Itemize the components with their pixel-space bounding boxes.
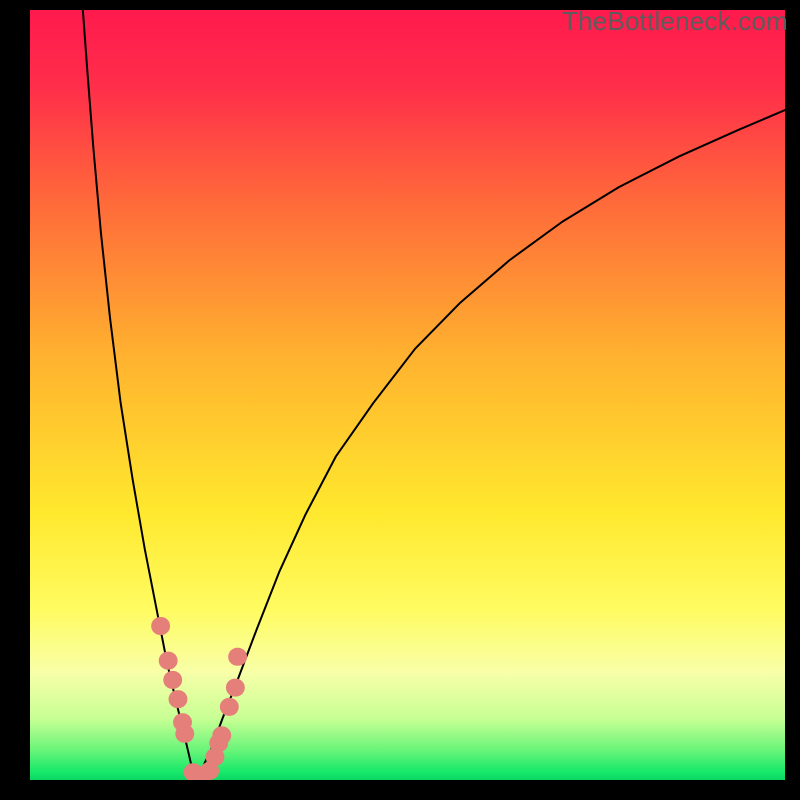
scatter-point	[163, 671, 182, 689]
chart-svg	[30, 10, 785, 780]
scatter-point	[159, 652, 178, 670]
outer-frame: TheBottleneck.com	[0, 0, 800, 800]
scatter-point	[169, 690, 188, 708]
scatter-point	[212, 726, 231, 744]
gradient-bg	[30, 10, 785, 780]
watermark-text: TheBottleneck.com	[562, 6, 788, 37]
scatter-point	[175, 725, 194, 743]
scatter-point	[151, 617, 170, 635]
plot-area	[30, 10, 785, 780]
scatter-point	[228, 648, 247, 666]
scatter-point	[226, 679, 245, 697]
scatter-point	[220, 698, 239, 716]
